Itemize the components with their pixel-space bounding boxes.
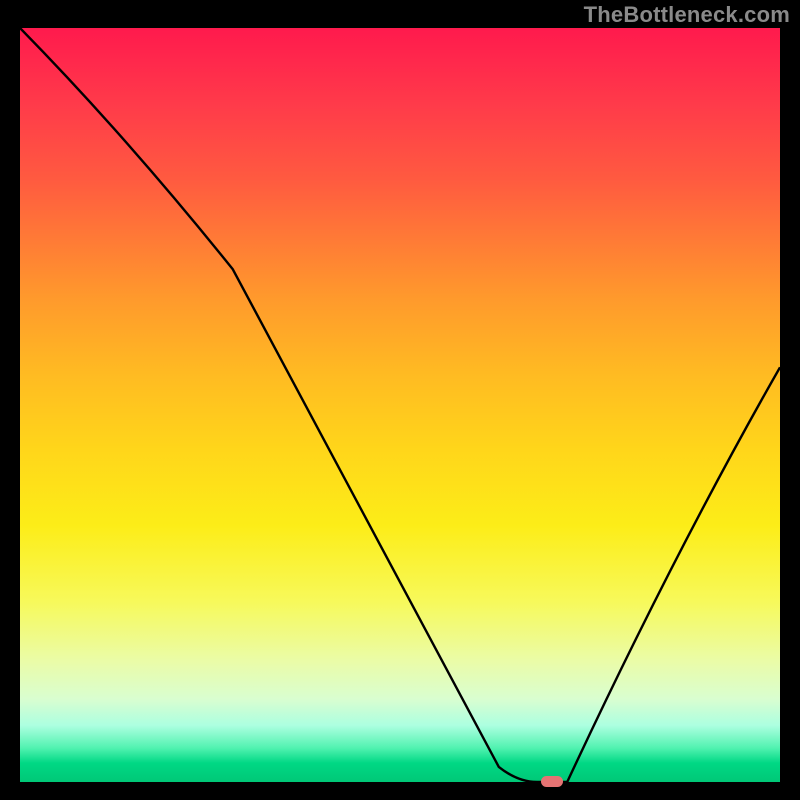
plot-area xyxy=(20,28,780,782)
curve-svg xyxy=(20,28,780,782)
watermark-text: TheBottleneck.com xyxy=(584,2,790,28)
data-curve xyxy=(20,28,780,782)
chart-frame: TheBottleneck.com xyxy=(0,0,800,800)
baseline-marker xyxy=(541,776,563,787)
